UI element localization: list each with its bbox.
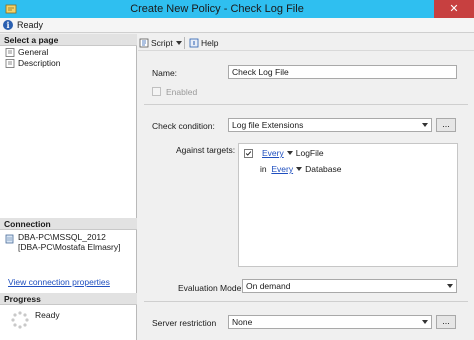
progress-header: Progress (0, 293, 137, 305)
progress-status: Ready (35, 310, 60, 320)
page-item-general[interactable]: General (5, 47, 48, 58)
chevron-down-icon (422, 320, 428, 324)
chevron-down-icon (447, 284, 453, 288)
server-restriction-value: None (232, 317, 253, 327)
name-label: Name: (152, 68, 178, 78)
script-icon (139, 38, 149, 48)
evaluation-mode-select[interactable]: On demand (242, 279, 457, 293)
help-button[interactable]: Help (189, 37, 218, 49)
connection-user: [DBA-PC\Mostafa Elmasry] (18, 242, 121, 252)
target-row-logfile: Every LogFile (262, 148, 324, 158)
check-condition-browse-button[interactable]: ... (436, 118, 456, 132)
toolbar-separator (184, 37, 185, 49)
target-checkbox-checked[interactable] (244, 149, 253, 158)
every-logfile-link[interactable]: Every (262, 148, 284, 158)
view-connection-properties-link[interactable]: View connection properties (8, 277, 110, 287)
target-row-database: in Every Database (260, 164, 341, 174)
toolbar: Script Help (138, 34, 474, 51)
against-targets-label: Against targets: (176, 145, 236, 155)
chevron-down-icon[interactable] (296, 167, 303, 172)
connection-header: Connection (0, 218, 137, 230)
every-database-link[interactable]: Every (271, 164, 293, 174)
page-item-description[interactable]: Description (5, 58, 61, 69)
divider (144, 301, 468, 302)
page-item-label: Description (18, 58, 61, 68)
script-button[interactable]: Script (139, 37, 185, 49)
title-bar: Create New Policy - Check Log File ✕ (0, 0, 474, 18)
chevron-down-icon (422, 123, 428, 127)
enabled-checkbox[interactable] (152, 87, 161, 96)
check-condition-value: Log file Extensions (232, 120, 304, 130)
connection-server: DBA-PC\MSSQL_2012 (18, 232, 106, 242)
targets-box: Every LogFile in Every Database (238, 143, 458, 267)
server-restriction-label: Server restriction (152, 318, 217, 328)
in-label: in (260, 164, 267, 174)
status-text: Ready (17, 20, 44, 30)
evaluation-mode-label: Evaluation Mode: (178, 283, 244, 293)
server-icon (5, 234, 14, 244)
help-icon (189, 38, 199, 48)
page-icon (5, 48, 15, 57)
info-icon: i (3, 20, 13, 30)
server-restriction-browse-button[interactable]: ... (436, 315, 456, 329)
divider (144, 104, 468, 105)
check-condition-select[interactable]: Log file Extensions (228, 118, 432, 132)
help-label: Help (201, 38, 219, 48)
target-logfile-label: LogFile (295, 148, 324, 158)
window-title: Create New Policy - Check Log File (130, 3, 304, 15)
right-pane: Script Help Name: Enabled Check conditio… (138, 34, 474, 340)
server-restriction-select[interactable]: None (228, 315, 432, 329)
script-label: Script (151, 38, 173, 48)
chevron-down-icon[interactable] (286, 151, 293, 156)
select-page-header: Select a page (0, 34, 137, 46)
check-condition-label: Check condition: (152, 121, 215, 131)
name-field[interactable] (228, 65, 457, 79)
target-database-label: Database (305, 164, 342, 174)
status-bar: i Ready (0, 18, 474, 33)
left-pane: Select a page General Description Connec… (0, 34, 137, 340)
enabled-label: Enabled (166, 87, 198, 97)
close-button[interactable]: ✕ (434, 0, 474, 18)
evaluation-mode-value: On demand (246, 281, 291, 291)
page-icon (5, 59, 15, 68)
connection-info: DBA-PC\MSSQL_2012 [DBA-PC\Mostafa Elmasr… (5, 232, 133, 252)
chevron-down-icon (175, 41, 182, 46)
progress-spinner-icon (11, 311, 29, 329)
page-item-label: General (18, 47, 49, 57)
